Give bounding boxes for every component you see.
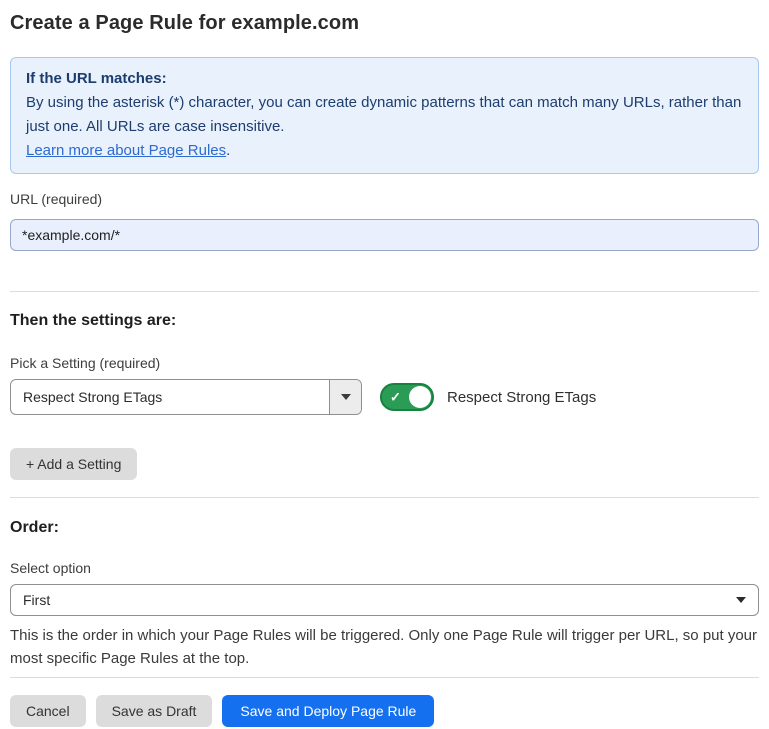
section-divider [10,291,759,292]
section-divider [10,497,759,498]
pick-setting-label: Pick a Setting (required) [10,355,759,371]
url-input[interactable] [10,219,759,251]
info-box-heading: If the URL matches: [26,67,743,91]
link-suffix-period: . [226,142,230,159]
order-help-text: This is the order in which your Page Rul… [10,624,759,670]
caret-down-icon [736,597,746,603]
cancel-button[interactable]: Cancel [10,695,86,727]
info-box-body: By using the asterisk (*) character, you… [26,91,743,139]
select-option-label: Select option [10,560,759,576]
respect-strong-etags-toggle[interactable]: ✓ [380,383,434,411]
setting-select-value: Respect Strong ETags [11,389,329,405]
chevron-down-icon [341,394,351,400]
order-heading: Order: [10,518,759,538]
setting-row: Respect Strong ETags ✓ Respect Strong ET… [10,379,759,415]
add-setting-button[interactable]: + Add a Setting [10,448,137,480]
create-page-rule-form: Create a Page Rule for example.com If th… [0,11,769,727]
toggle-label: Respect Strong ETags [447,389,596,406]
setting-select[interactable]: Respect Strong ETags [10,379,362,415]
footer-actions: Cancel Save as Draft Save and Deploy Pag… [10,695,759,727]
footer-divider [10,677,759,678]
page-title: Create a Page Rule for example.com [10,11,759,36]
url-label: URL (required) [10,191,759,207]
check-icon: ✓ [390,391,401,404]
save-and-deploy-button[interactable]: Save and Deploy Page Rule [222,695,434,727]
url-match-info-box: If the URL matches: By using the asteris… [10,57,759,174]
order-select-value: First [23,592,736,608]
toggle-knob [409,386,431,408]
setting-select-arrow-button[interactable] [329,380,361,414]
order-select[interactable]: First [10,584,759,616]
settings-heading: Then the settings are: [10,311,759,331]
info-box-link-line: Learn more about Page Rules. [26,139,743,163]
save-as-draft-button[interactable]: Save as Draft [96,695,213,727]
learn-more-link[interactable]: Learn more about Page Rules [26,142,226,159]
